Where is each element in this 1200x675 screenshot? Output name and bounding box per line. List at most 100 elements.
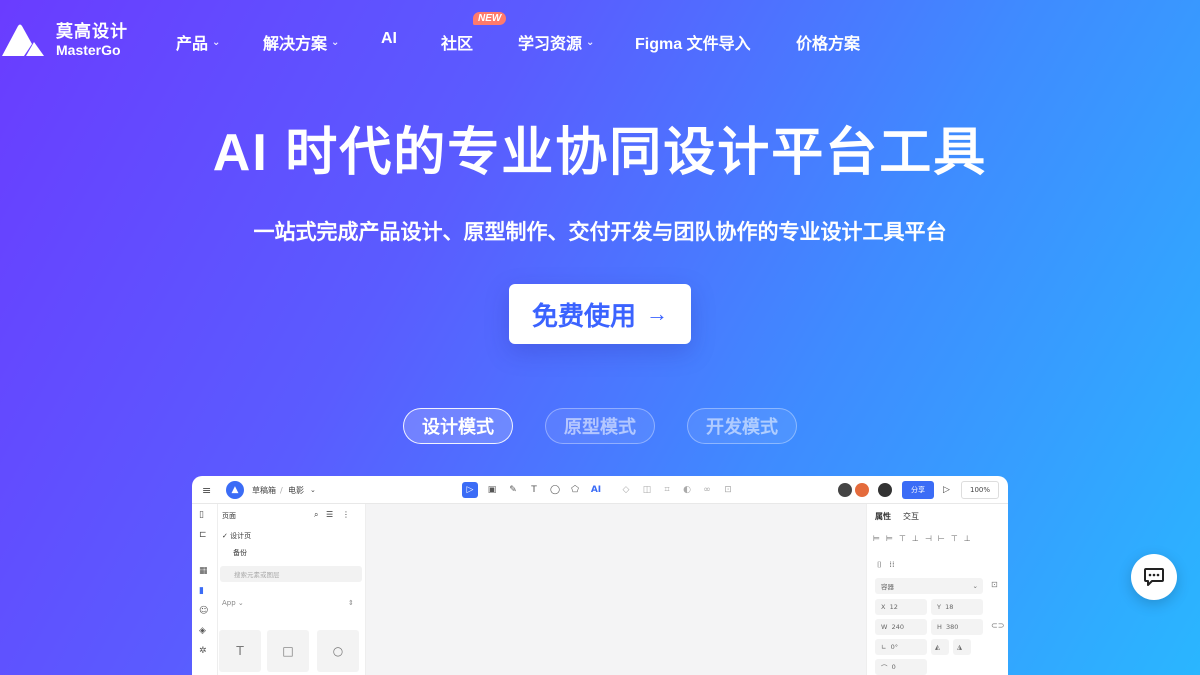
nav-item-figma-import[interactable]: Figma 文件导入 [635,30,751,54]
crop-icon[interactable]: ⊡ [720,482,736,498]
ellipse-component-icon[interactable]: ○ [317,630,359,672]
free-use-button[interactable]: 免费使用 → [509,284,691,344]
page-item-label: 设计页 [230,532,252,540]
comment-tool-icon[interactable]: ◯ [547,482,563,498]
mastergo-logo-icon [2,24,44,56]
radius-field[interactable]: ⌒ 0 [875,659,927,675]
brand-name-en: MasterGo [56,42,121,58]
emoji-icon[interactable]: ☺ [199,606,208,616]
align-icons[interactable]: ⊨⊨⊤⊥⊣⊢⊤⊥ [873,534,977,543]
move-tool-icon[interactable]: ▷ [462,482,478,498]
nav-item-label: 产品 [176,36,209,53]
rotation-value: 0° [890,643,898,651]
search-input[interactable]: 搜索元素或图层 [220,566,362,582]
rect-component-icon[interactable]: □ [267,630,309,672]
left-rail: ▯ ⊏ ▦ ▮ ☺ ◈ ✲ [192,504,218,675]
frame-tool-icon[interactable]: ▣ [484,482,500,498]
h-value: 380 [946,623,959,631]
editor-logo-icon[interactable]: ▲ [226,481,244,499]
zoom-select[interactable]: 100% [961,481,999,499]
nav-item-label: 解决方案 [263,36,328,53]
ai-tool[interactable]: AI [588,482,604,498]
nav-item-resources[interactable]: 学习资源 ⌄ [518,30,594,54]
frame-icon[interactable]: ⌷ ⁞⁞ [877,560,895,570]
lock-ratio-icon[interactable]: ⊂⊃ [991,621,1004,630]
height-field[interactable]: H 380 [931,619,983,635]
avatar[interactable] [838,483,852,497]
add-page-icon[interactable]: ☰ [326,510,333,519]
flip-v-icon[interactable]: ◮ [953,639,971,655]
assets-icon[interactable]: ⊏ [199,530,207,540]
x-value: 12 [889,603,898,611]
share-button[interactable]: 分享 [902,481,934,499]
hero-subtitle: 一站式完成产品设计、原型制作、交付开发与团队协作的专业设计工具平台 [253,221,947,244]
h-label: H [937,623,942,631]
tab-dev-mode[interactable]: 开发模式 [687,408,797,444]
fill-icon[interactable]: ◐ [679,482,695,498]
resize-icon[interactable]: ⊡ [991,580,998,589]
frame-type-select[interactable]: 容器 ⌄ [875,578,983,594]
library-select-label: App [222,599,236,607]
nav-item-label: Figma 文件导入 [635,36,751,53]
nav-item-solutions[interactable]: 解决方案 ⌄ [263,30,339,54]
avatar[interactable] [878,483,892,497]
mask-icon[interactable]: ◫ [639,482,655,498]
y-field[interactable]: Y 18 [931,599,983,615]
pen-tool-icon[interactable]: ✎ [505,482,521,498]
library-icon[interactable]: ▮ [199,586,204,596]
grid-icon[interactable]: ▦ [199,566,208,576]
rotation-field[interactable]: ∟ 0° [875,639,927,655]
plugin-tool-icon[interactable]: ⬠ [567,482,583,498]
link-icon[interactable]: ∞ [699,482,715,498]
component-icon[interactable]: ◇ [618,482,634,498]
library-select[interactable]: App ⌄ [222,599,244,607]
brand-logo[interactable]: 莫高设计 MasterGo [0,22,128,58]
hero-title: AI 时代的专业协同设计平台工具 [212,124,988,182]
nav-item-pricing[interactable]: 价格方案 [796,30,860,54]
tab-prototype-mode[interactable]: 原型模式 [545,408,655,444]
editor-preview: ≡ ▲ 草稿箱 / 电影 ⌄ ▷ ▣ ✎ T ◯ ⬠ AI ◇ ◫ ⌗ ◐ ∞ … [192,476,1008,675]
w-value: 240 [891,623,904,631]
avatar[interactable] [855,483,869,497]
more-icon[interactable]: ⋮ [342,510,350,519]
chat-support-button[interactable] [1131,554,1177,600]
radius-icon: ⌒ [881,664,888,672]
boolean-icon[interactable]: ⌗ [659,482,675,498]
width-field[interactable]: W 240 [875,619,927,635]
nav-item-label: 价格方案 [796,36,861,53]
nav-item-product[interactable]: 产品 ⌄ [176,30,220,54]
page-item[interactable]: 备份 [233,548,247,558]
x-field[interactable]: X 12 [875,599,927,615]
y-label: Y [937,603,941,611]
chevron-down-icon[interactable]: ⌄ [310,476,316,504]
w-label: W [881,623,888,631]
plugin-icon[interactable]: ✲ [199,646,207,656]
nav-item-ai[interactable]: AI [381,30,397,48]
editor-toolbar: ≡ ▲ 草稿箱 / 电影 ⌄ ▷ ▣ ✎ T ◯ ⬠ AI ◇ ◫ ⌗ ◐ ∞ … [192,476,1008,504]
flip-h-icon[interactable]: ◭ [931,639,949,655]
breadcrumb-team[interactable]: 草稿箱 [252,476,276,504]
text-component-icon[interactable]: T [219,630,261,672]
tab-properties[interactable]: 属性 [875,511,891,522]
page-item[interactable]: ✓ 设计页 [222,531,251,541]
search-icon[interactable]: ⌕ [314,510,318,520]
frame-type-label: 容器 [881,583,894,591]
chevron-down-icon: ⌄ [586,36,595,48]
nav-item-community[interactable]: 社区 [441,30,473,54]
layers-icon[interactable]: ▯ [199,510,204,520]
nav-item-label: 学习资源 [518,36,583,53]
text-tool-icon[interactable]: T [526,482,542,498]
nav-item-label: AI [381,30,397,47]
hamburger-icon[interactable]: ≡ [202,476,211,504]
play-icon[interactable]: ▷ [943,476,950,504]
pages-header: 页面 [222,512,236,520]
canvas[interactable] [366,504,866,675]
top-nav: 莫高设计 MasterGo 产品 ⌄ 解决方案 ⌄ AI 社区 NEW 学习资源… [0,0,1200,80]
new-badge: NEW [473,12,507,25]
breadcrumb-file[interactable]: 电影 [288,476,304,504]
tab-interaction[interactable]: 交互 [903,511,919,522]
tab-design-mode[interactable]: 设计模式 [403,408,513,444]
sort-icon[interactable]: ⇕ [348,599,354,607]
component-icon[interactable]: ◈ [199,626,206,636]
x-label: X [881,603,886,611]
